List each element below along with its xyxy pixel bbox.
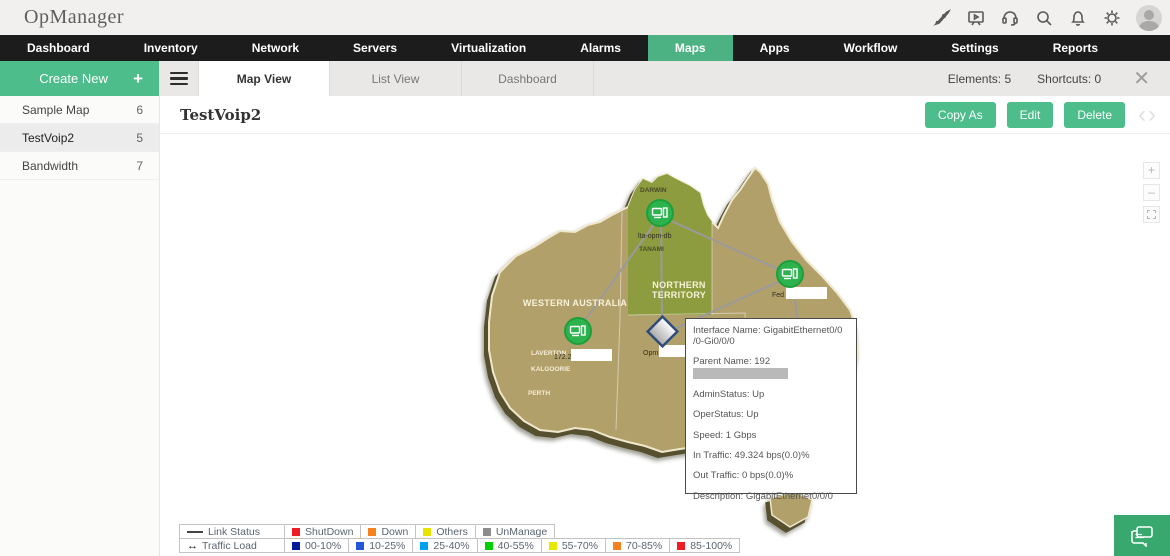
nav-servers[interactable]: Servers [326,35,424,61]
nav-workflow[interactable]: Workflow [817,35,925,61]
traffic-swatch [677,541,686,550]
shortcuts-count: Shortcuts: 0 [1037,71,1102,86]
tooltip-in-traffic: In Traffic: 49.324 bps(0.0)% [693,449,810,461]
label-east-device: Fed [772,292,784,299]
presentation-icon[interactable] [966,8,986,28]
nav-maps[interactable]: Maps [647,35,733,61]
tab-dashboard[interactable]: Dashboard [462,61,594,96]
sidebar-item-testvoip2[interactable]: TestVoip2 5 [0,124,159,152]
australia-map[interactable]: DARWIN lta-opm-db TANAMI NORTHERN TERRIT… [160,96,1170,556]
tabbar-status: Elements: 5 Shortcuts: 0 ✕ [948,61,1170,96]
search-icon[interactable] [1034,8,1054,28]
view-tabbar: Map View List View Dashboard Elements: 5… [160,61,1170,96]
plus-icon: + [133,68,143,88]
main-nav: Dashboard Inventory Network Servers Virt… [0,35,1170,61]
tooltip-oper-status: OperStatus: Up [693,409,759,421]
status-swatch [482,527,491,536]
redaction-box [786,287,827,299]
traffic-swatch [548,541,557,550]
headset-icon[interactable] [1000,8,1020,28]
user-avatar[interactable] [1136,4,1162,31]
map-content: TestVoip2 Copy As Edit Delete ‹ › + – DA… [160,96,1170,556]
nav-alarms[interactable]: Alarms [553,35,648,61]
status-swatch [292,527,300,536]
label-selected-interface: Opm [643,350,658,357]
traffic-swatch [420,541,429,550]
tab-map-view[interactable]: Map View [198,61,330,96]
app-header: OpManager [0,0,1170,35]
legend-traffic-load-row: ↔ Traffic Load 00-10% 10-25% 25-40% 40-55… [179,538,741,553]
tooltip-interface-name: Interface Name: GigabitEthernet0/0 /0-Gi… [693,325,843,347]
status-swatch [423,527,432,536]
maps-sidebar: Create New + Sample Map 6 TestVoip2 5 Ba… [0,61,160,556]
label-kalgoorlie: KALGOORIE [531,366,571,373]
header-icons [932,0,1162,35]
nav-reports[interactable]: Reports [1026,35,1125,61]
label-perth: PERTH [528,390,550,397]
traffic-swatch [292,541,300,550]
opmanager-logo: OpManager [24,6,125,28]
tooltip-speed: Speed: 1 Gbps [693,429,757,441]
tooltip-admin-status: AdminStatus: Up [693,388,765,400]
elements-count: Elements: 5 [947,71,1012,86]
sidebar-item-bandwidth[interactable]: Bandwidth 7 [0,152,159,180]
bell-icon[interactable] [1068,8,1088,28]
support-chat-button[interactable] [1114,515,1170,556]
label-nt-1: NORTHERN [652,280,705,290]
map-name: Sample Map [22,102,90,117]
label-darwin: DARWIN [640,187,667,194]
create-new-button[interactable]: Create New + [0,61,159,96]
map-legend: Link Status ShutDown Down Others UnManag… [179,524,741,553]
map-name: Bandwidth [22,158,79,173]
node-east-device[interactable] [776,260,804,288]
redaction-box [571,349,612,361]
status-swatch [368,527,377,536]
map-count: 6 [136,102,143,117]
chat-bubbles-icon [1131,525,1153,547]
sidebar-item-sample-map[interactable]: Sample Map 6 [0,96,159,124]
label-darwin-device: lta-opm-db [638,233,672,240]
nav-dashboard[interactable]: Dashboard [0,35,117,61]
traffic-swatch [356,541,365,550]
nav-apps[interactable]: Apps [733,35,817,61]
label-nt-2: TERRITORY [652,290,706,300]
tab-list-view[interactable]: List View [330,61,462,96]
label-wa: WESTERN AUSTRALIA [523,298,627,308]
traffic-swatch [613,541,622,550]
create-new-label: Create New [39,71,108,86]
traffic-arrow-icon: ↔ [187,539,198,552]
hamburger-menu-icon[interactable] [160,61,198,96]
nav-settings[interactable]: Settings [924,35,1025,61]
gear-icon[interactable] [1102,8,1122,28]
redaction-box [693,368,788,380]
nav-network[interactable]: Network [225,35,326,61]
interface-tooltip: Interface Name: GigabitEthernet0/0 /0-Gi… [685,318,857,502]
nav-virtualization[interactable]: Virtualization [424,35,553,61]
node-darwin-device[interactable] [646,199,674,227]
tooltip-parent-name: Parent Name: 192 [693,356,850,380]
map-name: TestVoip2 [22,130,75,145]
tooltip-description: Description: GigabitEthernet0/0/0 [693,490,833,502]
traffic-swatch [484,541,493,550]
node-wa-device[interactable] [564,317,592,345]
rocket-icon[interactable] [932,8,952,28]
legend-link-status-row: Link Status ShutDown Down Others UnManag… [179,524,740,539]
link-line-icon [187,530,203,533]
map-count: 7 [136,158,143,173]
label-tanami: TANAMI [639,246,664,253]
nav-inventory[interactable]: Inventory [117,35,225,61]
label-wa-device: 172.2 [554,354,572,361]
tooltip-out-traffic: Out Traffic: 0 bps(0.0)% [693,470,794,482]
map-count: 5 [136,130,143,145]
close-icon[interactable]: ✕ [1127,66,1156,91]
